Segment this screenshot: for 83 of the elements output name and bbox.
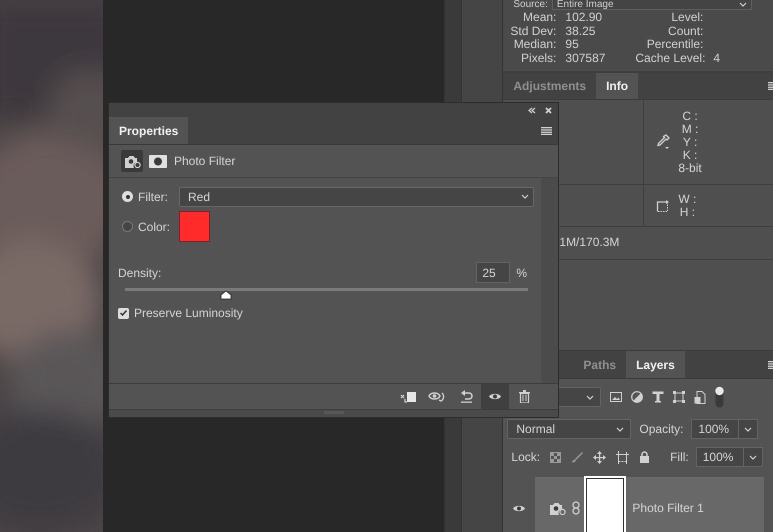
resize-grip-icon[interactable] bbox=[324, 410, 344, 415]
selection-icon bbox=[656, 198, 670, 212]
chevron-down-icon bbox=[586, 394, 594, 400]
size-label: W : bbox=[678, 192, 696, 206]
stat-value: 4 bbox=[712, 52, 722, 65]
blend-mode-dropdown[interactable]: Normal bbox=[507, 419, 632, 439]
eyedropper-icon bbox=[656, 134, 670, 150]
padlock-icon[interactable] bbox=[639, 451, 650, 463]
fill-label: Fill: bbox=[670, 450, 689, 464]
menu-icon[interactable] bbox=[541, 126, 552, 134]
density-slider[interactable] bbox=[125, 288, 528, 301]
stat-value: 95 bbox=[564, 38, 580, 52]
opacity-field[interactable]: 100% bbox=[691, 419, 758, 439]
checkbox-label: Preserve Luminosity bbox=[134, 306, 243, 320]
stat-label: Percentile: bbox=[646, 38, 704, 52]
panel-tab[interactable]: Properties bbox=[109, 117, 188, 144]
trash-icon bbox=[518, 390, 530, 403]
mask-icon bbox=[149, 154, 167, 168]
density-field[interactable]: 25 bbox=[476, 262, 510, 283]
chevron-down-icon bbox=[521, 194, 529, 199]
stat-label: Cache Level: bbox=[635, 52, 704, 65]
eye-cycle-icon bbox=[428, 390, 446, 402]
collapse-icon[interactable] bbox=[528, 106, 536, 114]
filter-dropdown[interactable]: Red bbox=[179, 186, 534, 206]
bit-depth: 8-bit bbox=[678, 162, 702, 174]
camera-icon bbox=[124, 154, 140, 168]
mask-button[interactable] bbox=[149, 154, 167, 168]
image-filter-icon[interactable] bbox=[610, 392, 622, 402]
clip-to-layer-icon bbox=[400, 390, 416, 402]
density-label: Density: bbox=[118, 266, 162, 280]
stat-value: 102.90 bbox=[564, 11, 604, 24]
brush-icon[interactable] bbox=[571, 451, 584, 463]
chevron-down-icon bbox=[748, 454, 757, 460]
channel-label: M : bbox=[682, 122, 698, 136]
chevron-down-icon bbox=[616, 426, 624, 432]
panel-title: Photo Filter bbox=[174, 154, 236, 168]
check-icon bbox=[120, 310, 127, 316]
move-icon[interactable] bbox=[593, 450, 606, 464]
eye-icon bbox=[488, 392, 502, 401]
footer-button[interactable] bbox=[481, 384, 509, 409]
channel-label: Y : bbox=[682, 136, 698, 148]
reset-icon bbox=[460, 390, 472, 403]
lock-transparency-icon[interactable] bbox=[550, 452, 562, 462]
layer-row[interactable]: Photo Filter 1 bbox=[535, 477, 764, 532]
toggle-icon[interactable] bbox=[715, 386, 724, 408]
chevron-down-icon bbox=[738, 2, 747, 7]
stat-label: Std Dev: bbox=[509, 24, 556, 38]
adjustment-button[interactable] bbox=[121, 150, 143, 172]
stat-label: Median: bbox=[512, 38, 556, 52]
stat-label: Count: bbox=[667, 24, 704, 38]
type-filter-icon[interactable] bbox=[652, 391, 664, 403]
panel-tab[interactable]: Layers bbox=[626, 351, 685, 378]
adjustment-layer-icon bbox=[549, 501, 566, 515]
stat-label: Level: bbox=[670, 11, 704, 24]
radio-button[interactable] bbox=[122, 221, 133, 232]
size-label: H : bbox=[680, 206, 696, 218]
stat-value: 38.25 bbox=[564, 24, 596, 38]
stat-label: Pixels: bbox=[520, 52, 556, 65]
channel-label: C : bbox=[682, 110, 698, 122]
channel-label: K : bbox=[682, 148, 698, 162]
mask-thumbnail bbox=[586, 478, 624, 532]
option-label: Filter: bbox=[138, 190, 169, 204]
source-label: Source: bbox=[513, 0, 548, 10]
percent-label: % bbox=[516, 266, 527, 280]
document-filter-icon[interactable] bbox=[694, 390, 706, 404]
color-swatch[interactable] bbox=[179, 211, 210, 242]
stat-value: 307587 bbox=[564, 52, 606, 65]
opacity-label: Opacity: bbox=[639, 422, 684, 436]
checkbox[interactable] bbox=[118, 308, 129, 318]
source-dropdown[interactable]: Entire Image bbox=[552, 0, 752, 10]
chevron-down-icon bbox=[744, 426, 752, 432]
stat-label: Mean: bbox=[522, 11, 556, 24]
artboard-icon[interactable] bbox=[616, 450, 630, 464]
link-icon bbox=[572, 501, 580, 515]
visibility-icon[interactable] bbox=[512, 504, 526, 512]
adjustment-filter-icon[interactable] bbox=[631, 391, 644, 403]
shape-filter-icon[interactable] bbox=[673, 391, 686, 403]
lock-label: Lock: bbox=[511, 450, 540, 464]
option-label: Color: bbox=[138, 220, 172, 234]
fill-field[interactable]: 100% bbox=[696, 447, 763, 467]
slider-thumb[interactable] bbox=[220, 290, 232, 300]
close-icon[interactable] bbox=[545, 106, 552, 114]
panel-tab[interactable]: Info bbox=[596, 73, 638, 99]
